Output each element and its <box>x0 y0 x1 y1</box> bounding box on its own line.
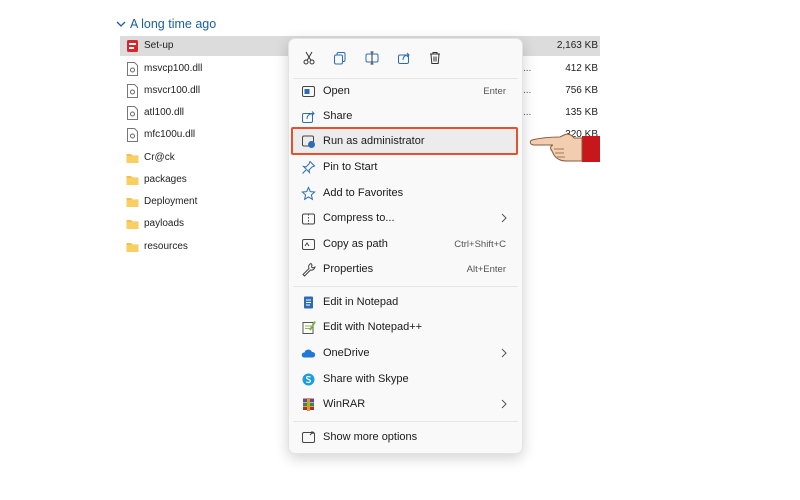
copy-button[interactable] <box>327 45 353 71</box>
menu-item-shortcut: Enter <box>483 86 506 97</box>
menu-item-compress-to[interactable]: Compress to... <box>293 206 518 231</box>
menu-item-label: OneDrive <box>323 347 370 359</box>
folder-name: payloads <box>144 218 185 229</box>
menu-item-edit-with-notepad-plus-plus[interactable]: Edit with Notepad++ <box>293 315 518 340</box>
menu-item-label: Copy as path <box>323 238 388 250</box>
more-options-icon <box>302 431 315 443</box>
dll-file-icon <box>127 62 138 76</box>
menu-item-winrar[interactable]: WinRAR <box>293 392 518 417</box>
menu-item-label: Pin to Start <box>323 161 378 173</box>
file-name: mfc100u.dll <box>144 129 196 140</box>
folder-icon <box>126 243 139 252</box>
delete-button[interactable] <box>422 45 448 71</box>
cut-button[interactable] <box>296 45 322 71</box>
winrar-icon <box>303 398 314 411</box>
file-name: msvcp100.dll <box>144 63 203 74</box>
menu-item-pin-to-start[interactable]: Pin to Start <box>293 155 518 180</box>
menu-item-shortcut: Ctrl+Shift+C <box>454 239 506 250</box>
file-name: msvcr100.dll <box>144 85 201 96</box>
file-type-truncated: ... <box>523 63 532 74</box>
copy-icon <box>334 52 346 65</box>
file-name: Set-up <box>144 40 174 51</box>
setup-icon <box>127 40 138 52</box>
pin-icon <box>301 160 316 175</box>
notepad-icon <box>304 296 313 309</box>
folder-icon <box>126 154 139 163</box>
menu-item-onedrive[interactable]: OneDrive <box>293 341 518 366</box>
menu-item-label: Show more options <box>323 431 418 443</box>
folder-name: resources <box>144 241 188 252</box>
menu-item-copy-as-path[interactable]: Copy as path Ctrl+Shift+C <box>293 232 518 257</box>
share-icon <box>398 52 410 64</box>
menu-item-share-with-skype[interactable]: Share with Skype <box>293 367 518 392</box>
copy-path-icon <box>302 239 315 250</box>
file-size: 2,163 KB <box>556 40 598 51</box>
rename-icon <box>365 51 379 65</box>
dll-file-icon <box>127 106 138 120</box>
chevron-right-icon <box>501 399 507 409</box>
file-type-truncated: ... <box>523 107 532 118</box>
context-menu-toolbar <box>289 45 522 71</box>
delete-icon <box>430 52 440 64</box>
menu-item-label: Share <box>323 110 353 122</box>
highlight-annotation <box>291 127 518 155</box>
menu-separator <box>293 421 518 422</box>
menu-separator <box>293 286 518 287</box>
menu-item-label: Edit with Notepad++ <box>323 321 423 333</box>
properties-icon <box>302 262 316 277</box>
rename-button[interactable] <box>359 45 385 71</box>
folder-icon <box>126 220 139 229</box>
menu-item-shortcut: Alt+Enter <box>466 264 506 275</box>
chevron-down-icon <box>116 21 126 27</box>
compress-icon <box>302 213 315 225</box>
menu-item-open[interactable]: Open Enter <box>293 79 518 104</box>
menu-item-show-more-options[interactable]: Show more options <box>293 425 518 450</box>
menu-item-edit-in-notepad[interactable]: Edit in Notepad <box>293 290 518 315</box>
folder-icon <box>126 176 139 185</box>
menu-item-label: Open <box>323 85 350 97</box>
file-size: 135 KB <box>565 107 598 118</box>
folder-name: Cr@ck <box>144 152 175 163</box>
menu-item-share[interactable]: Share <box>293 104 518 129</box>
file-size: 412 KB <box>565 63 598 74</box>
notepad-plus-plus-icon <box>302 320 316 334</box>
file-type-truncated: ... <box>523 85 532 96</box>
folder-icon <box>126 198 139 207</box>
menu-item-label: Compress to... <box>323 212 395 224</box>
share-icon <box>302 111 315 123</box>
dll-file-icon <box>127 128 138 142</box>
onedrive-icon <box>301 349 316 358</box>
menu-item-label: WinRAR <box>323 398 366 410</box>
share-button[interactable] <box>391 45 417 71</box>
group-title: A long time ago <box>130 17 217 31</box>
folder-name: packages <box>144 174 187 185</box>
open-icon <box>302 86 315 97</box>
menu-item-label: Add to Favorites <box>323 187 404 199</box>
menu-item-properties[interactable]: Properties Alt+Enter <box>293 257 518 282</box>
pointing-hand-icon <box>529 133 600 162</box>
menu-item-label: Edit in Notepad <box>323 296 399 308</box>
folder-name: Deployment <box>144 196 198 207</box>
menu-item-add-to-favorites[interactable]: Add to Favorites <box>293 181 518 206</box>
dll-file-icon <box>127 84 138 98</box>
menu-item-label: Share with Skype <box>323 373 409 385</box>
file-size: 756 KB <box>565 85 598 96</box>
menu-item-label: Properties <box>323 263 374 275</box>
file-name: atl100.dll <box>144 107 185 118</box>
cut-icon <box>303 51 315 65</box>
skype-icon <box>302 373 315 386</box>
star-icon <box>301 186 316 201</box>
group-header[interactable]: A long time ago <box>116 15 216 33</box>
chevron-right-icon <box>501 213 507 223</box>
chevron-right-icon <box>501 348 507 358</box>
context-menu: Open Enter Share Run as administrator Pi… <box>288 38 523 454</box>
